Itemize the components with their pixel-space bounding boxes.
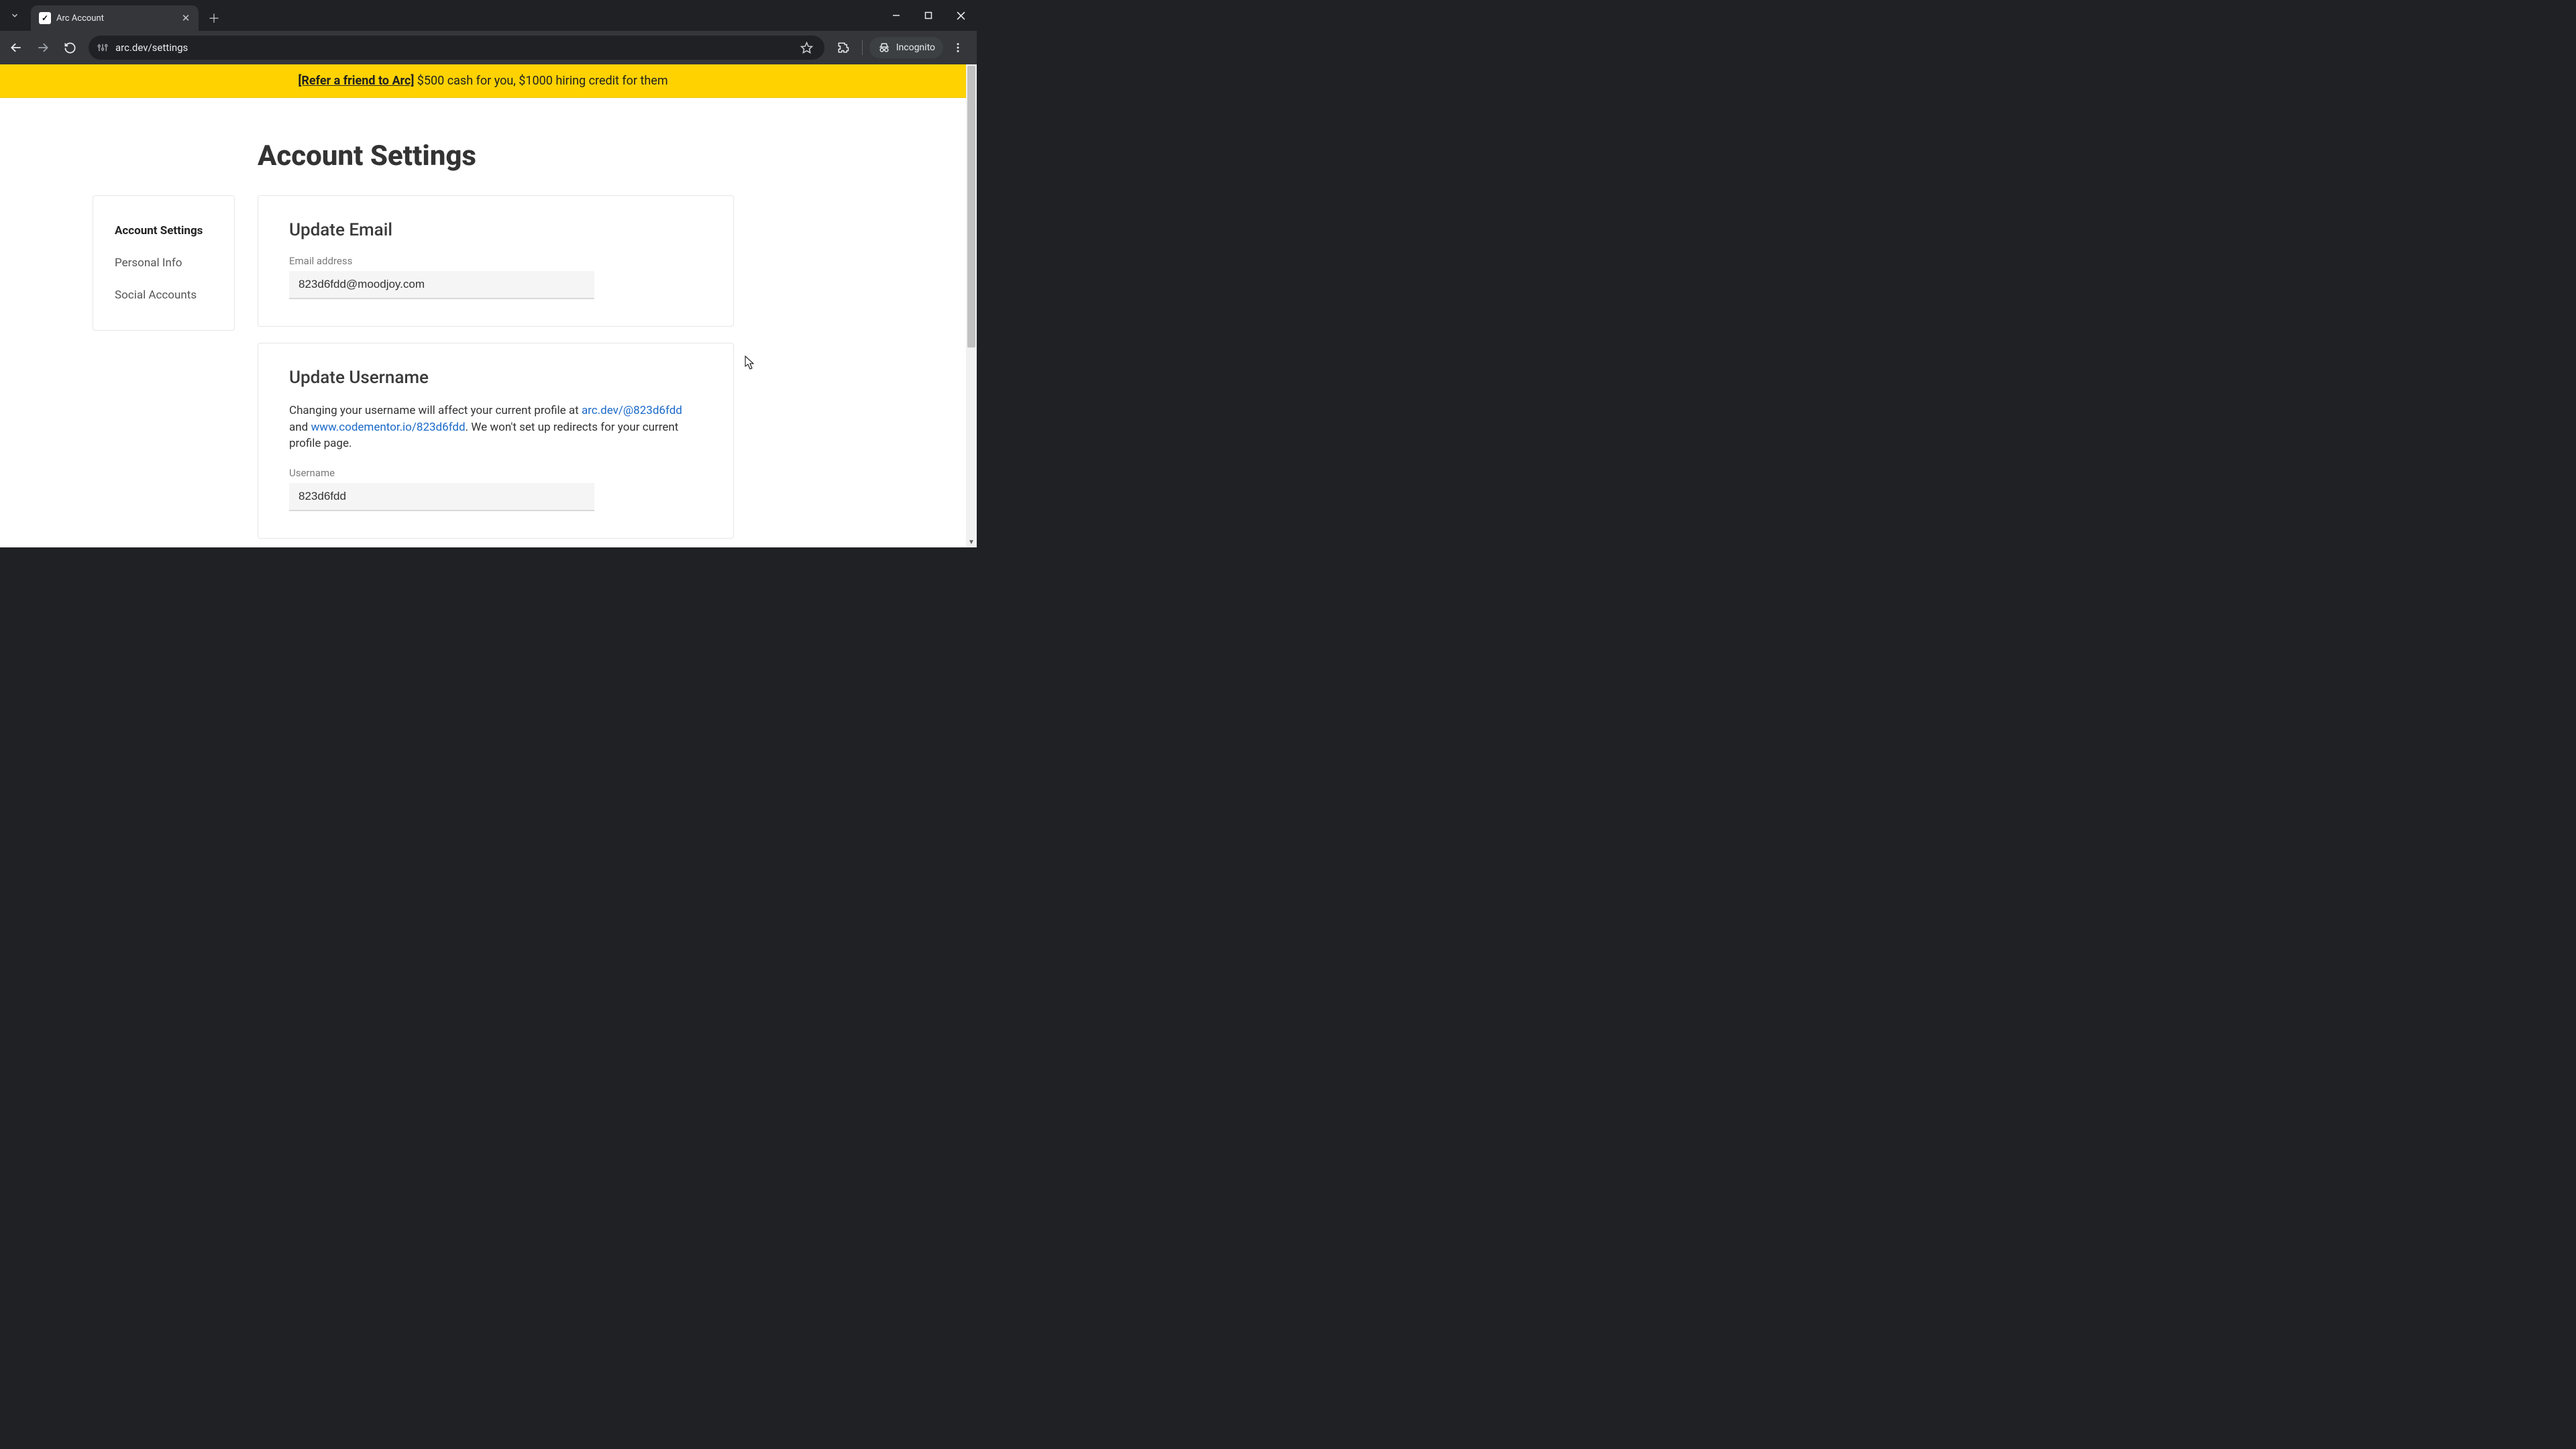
tab-title: Arc Account (56, 13, 174, 23)
bookmark-icon[interactable] (798, 42, 816, 54)
extensions-icon[interactable] (831, 36, 855, 60)
reload-button[interactable] (58, 36, 82, 60)
codementor-profile-link[interactable]: www.codementor.io/823d6fdd (311, 421, 465, 434)
minimize-button[interactable] (880, 0, 912, 31)
page-title: Account Settings (258, 140, 966, 172)
sidebar-item-label: Social Accounts (115, 288, 197, 302)
card-heading: Update Username (289, 368, 702, 388)
toolbar-divider (862, 40, 863, 55)
referral-text: $500 cash for you, $1000 hiring credit f… (414, 74, 667, 88)
tab-search-dropdown[interactable] (0, 0, 30, 31)
scroll-down-arrow[interactable]: ▼ (966, 537, 977, 547)
browser-titlebar: ✓ Arc Account ✕ ＋ (0, 0, 977, 31)
username-description: Changing your username will affect your … (289, 402, 702, 452)
settings-sidebar: Account Settings Personal Info Social Ac… (93, 195, 235, 331)
tab-favicon: ✓ (39, 12, 51, 24)
sidebar-item-label: Account Settings (115, 224, 203, 237)
vertical-scrollbar[interactable]: ▲ ▼ (966, 64, 977, 547)
sidebar-item-social-accounts[interactable]: Social Accounts (93, 279, 234, 311)
browser-tab[interactable]: ✓ Arc Account ✕ (31, 5, 199, 31)
address-bar[interactable]: arc.dev/settings (89, 36, 824, 60)
close-window-button[interactable] (945, 0, 977, 31)
forward-button[interactable] (31, 36, 55, 60)
incognito-indicator[interactable]: Incognito (869, 37, 943, 58)
site-settings-icon[interactable] (97, 42, 109, 54)
url-text: arc.dev/settings (115, 42, 791, 54)
update-username-card: Update Username Changing your username w… (258, 343, 734, 539)
window-controls (880, 0, 977, 31)
browser-menu-icon[interactable] (946, 36, 970, 60)
maximize-button[interactable] (912, 0, 945, 31)
page-viewport: [Refer a friend to Arc] $500 cash for yo… (0, 64, 977, 547)
new-tab-button[interactable]: ＋ (203, 7, 225, 30)
sidebar-item-personal-info[interactable]: Personal Info (93, 247, 234, 279)
back-button[interactable] (4, 36, 28, 60)
browser-toolbar: arc.dev/settings Incognito (0, 31, 977, 64)
card-heading: Update Email (289, 220, 702, 240)
incognito-icon (877, 41, 891, 54)
username-input[interactable] (289, 483, 594, 511)
referral-banner: [Refer a friend to Arc] $500 cash for yo… (0, 64, 966, 98)
update-email-card: Update Email Email address (258, 195, 734, 327)
scrollbar-thumb[interactable] (967, 66, 975, 347)
arc-profile-link[interactable]: arc.dev/@823d6fdd (582, 404, 682, 417)
tab-close-icon[interactable]: ✕ (180, 12, 192, 24)
email-field-label: Email address (289, 255, 702, 267)
username-field-label: Username (289, 467, 702, 479)
settings-main: Update Email Email address Update Userna… (258, 195, 734, 539)
sidebar-item-account-settings[interactable]: Account Settings (93, 215, 234, 247)
referral-link[interactable]: [Refer a friend to Arc] (298, 74, 414, 88)
incognito-label: Incognito (896, 42, 935, 53)
sidebar-item-label: Personal Info (115, 256, 182, 270)
email-input[interactable] (289, 271, 594, 299)
